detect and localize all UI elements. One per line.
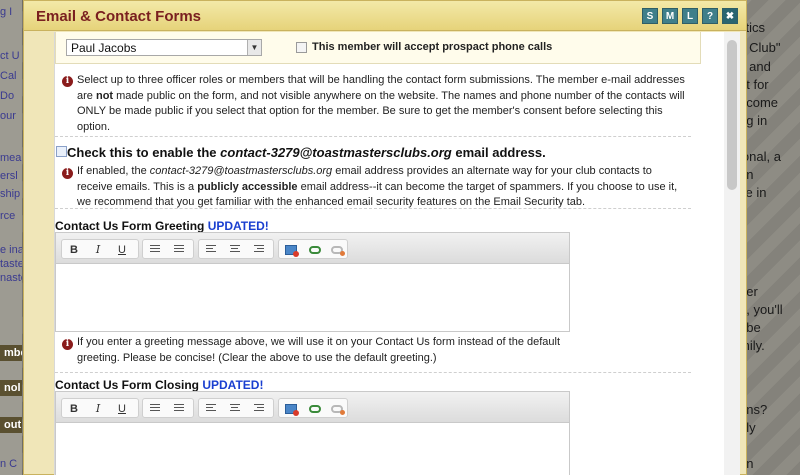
dialog-title: Email & Contact Forms: [36, 8, 202, 25]
bg-left-fragment: g I: [0, 6, 13, 18]
unordered-list-icon[interactable]: [171, 242, 187, 258]
greeting-editor: B I U: [55, 232, 570, 332]
info-icon: i: [62, 168, 73, 179]
dialog-titlebar[interactable]: Email & Contact Forms S M L ? ✖: [24, 1, 746, 31]
divider: [55, 372, 691, 373]
bg-left-fragment: naste: [0, 272, 22, 284]
size-large-button[interactable]: L: [682, 8, 698, 24]
greeting-text-area[interactable]: [56, 264, 569, 331]
insert-link-icon[interactable]: [307, 242, 323, 258]
unlink-icon[interactable]: [329, 242, 345, 258]
align-left-icon[interactable]: [203, 401, 219, 417]
background-left-column: g I ct U Cal Do our mea ersl ship rce e …: [0, 0, 22, 475]
format-group: B I U: [61, 239, 139, 259]
email-contact-forms-dialog: Email & Contact Forms S M L ? ✖ Paul Jac…: [23, 0, 747, 475]
align-group: [198, 239, 274, 259]
ordered-list-icon[interactable]: [147, 242, 163, 258]
unlink-icon[interactable]: [329, 401, 345, 417]
chevron-down-icon: ▼: [247, 40, 261, 55]
bg-left-fragment: nol: [0, 380, 22, 396]
updated-badge: UPDATED!: [202, 378, 264, 392]
greeting-section-title: Contact Us Form Greeting UPDATED!: [55, 219, 269, 233]
insert-group: [278, 239, 348, 259]
align-right-icon[interactable]: [251, 242, 267, 258]
list-group: [142, 398, 194, 418]
ordered-list-icon[interactable]: [147, 401, 163, 417]
size-medium-button[interactable]: M: [662, 8, 678, 24]
greeting-editor-toolbar: B I U: [56, 233, 569, 264]
italic-button[interactable]: I: [90, 401, 106, 417]
scrollbar-thumb[interactable]: [727, 40, 737, 190]
insert-image-icon[interactable]: [283, 242, 299, 258]
format-group: B I U: [61, 398, 139, 418]
greeting-note: If you enter a greeting message above, w…: [77, 336, 561, 364]
bg-left-fragment: Cal: [0, 70, 17, 82]
dialog-title-buttons: S M L ? ✖: [642, 8, 738, 24]
align-center-icon[interactable]: [227, 242, 243, 258]
help-button[interactable]: ?: [702, 8, 718, 24]
bg-left-fragment: mbe: [0, 345, 22, 361]
dialog-content: Paul Jacobs ▼ This member will accept pr…: [54, 32, 740, 475]
contact-member-row: Paul Jacobs ▼ This member will accept pr…: [55, 32, 701, 64]
updated-badge: UPDATED!: [207, 219, 269, 233]
email-address-note: If enabled, the contact-3279@toastmaster…: [77, 165, 678, 208]
enable-email-label: Check this to enable the contact-3279@to…: [67, 145, 546, 160]
info-icon: i: [62, 76, 73, 87]
bg-left-fragment: ersl: [0, 170, 18, 182]
bg-left-fragment: mea: [0, 152, 22, 164]
bg-left-fragment: rce: [0, 210, 16, 222]
bold-button[interactable]: B: [66, 401, 82, 417]
dialog-scrollbar[interactable]: [724, 32, 740, 475]
insert-group: [278, 398, 348, 418]
info-icon: i: [62, 339, 73, 350]
bg-left-fragment: ct U: [0, 50, 20, 62]
italic-button[interactable]: I: [90, 242, 106, 258]
align-left-icon[interactable]: [203, 242, 219, 258]
underline-button[interactable]: U: [114, 401, 130, 417]
align-group: [198, 398, 274, 418]
bg-left-fragment: n C: [0, 458, 18, 470]
member-select-value: Paul Jacobs: [71, 41, 137, 55]
bg-left-fragment: ship: [0, 188, 21, 200]
bg-left-fragment: Do: [0, 90, 15, 102]
member-select[interactable]: Paul Jacobs ▼: [66, 39, 262, 56]
bg-left-fragment: e ina: [0, 244, 22, 256]
align-right-icon[interactable]: [251, 401, 267, 417]
insert-link-icon[interactable]: [307, 401, 323, 417]
closing-editor-toolbar: B I U: [56, 392, 569, 423]
insert-image-icon[interactable]: [283, 401, 299, 417]
closing-section-title: Contact Us Form Closing UPDATED!: [55, 378, 264, 392]
enable-email-checkbox[interactable]: [56, 146, 67, 157]
align-center-icon[interactable]: [227, 401, 243, 417]
close-icon[interactable]: ✖: [722, 8, 738, 24]
bold-button[interactable]: B: [66, 242, 82, 258]
closing-text-area[interactable]: [56, 423, 569, 475]
unordered-list-icon[interactable]: [171, 401, 187, 417]
bg-left-fragment: our: [0, 110, 16, 122]
phone-calls-label: This member will accept prospact phone c…: [312, 41, 553, 53]
bg-left-fragment: taste: [0, 258, 22, 270]
officer-selection-note: Select up to three officer roles or memb…: [77, 74, 685, 133]
bg-left-fragment: out: [0, 417, 22, 433]
phone-calls-checkbox[interactable]: [296, 42, 307, 53]
size-small-button[interactable]: S: [642, 8, 658, 24]
divider: [55, 208, 691, 209]
divider: [55, 136, 691, 137]
underline-button[interactable]: U: [114, 242, 130, 258]
closing-editor: B I U: [55, 391, 570, 475]
list-group: [142, 239, 194, 259]
